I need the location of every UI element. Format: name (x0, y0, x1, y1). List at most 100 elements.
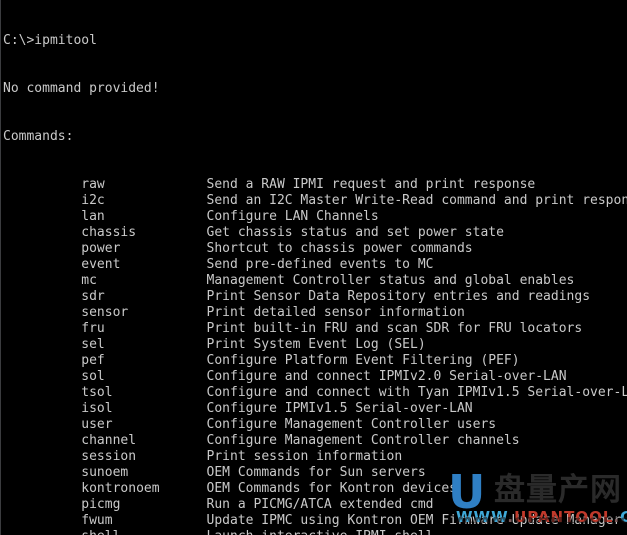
column-gap (128, 305, 206, 320)
row-indent (3, 241, 81, 256)
command-description: Launch interactive IPMI shell (207, 529, 434, 535)
console-window: C:\>ipmitool No command provided! Comman… (0, 0, 627, 535)
command-row: sensor Print detailed sensor information (3, 305, 627, 321)
row-indent (3, 449, 81, 464)
command-description: OEM Commands for Sun servers (206, 465, 426, 480)
column-gap (105, 337, 207, 352)
column-gap (128, 465, 206, 480)
command-name: lan (81, 209, 105, 224)
command-row: user Configure Management Controller use… (3, 417, 627, 433)
command-list: raw Send a RAW IPMI request and print re… (3, 177, 627, 535)
row-indent (3, 401, 81, 416)
column-gap (120, 497, 206, 512)
command-description: Configure LAN Channels (206, 209, 379, 224)
command-description: Configure IPMIv1.5 Serial-over-LAN (206, 401, 473, 416)
command-row: raw Send a RAW IPMI request and print re… (3, 177, 627, 193)
command-row: sol Configure and connect IPMIv2.0 Seria… (3, 369, 627, 385)
command-prompt-line: C:\>ipmitool (3, 33, 97, 48)
command-description: Configure Management Controller channels (206, 433, 520, 448)
command-name: raw (81, 177, 105, 192)
row-indent (3, 305, 81, 320)
command-name: fru (81, 321, 105, 336)
command-name: chassis (81, 225, 137, 240)
command-row: kontronoem OEM Commands for Kontron devi… (3, 481, 627, 497)
column-gap (113, 401, 207, 416)
command-description: Print built-in FRU and scan SDR for FRU … (206, 321, 583, 336)
column-gap (113, 417, 207, 432)
command-description: OEM Commands for Kontron devices (206, 481, 457, 496)
command-row: fwum Update IPMC using Kontron OEM Firmw… (3, 513, 627, 529)
command-name: channel (81, 433, 137, 448)
command-name: sunoem (81, 465, 129, 480)
command-name: power (81, 241, 121, 256)
row-indent (3, 209, 81, 224)
command-name: fwum (81, 513, 113, 528)
command-description: Send pre-defined events to MC (206, 257, 434, 272)
row-indent (3, 337, 81, 352)
command-description: Print session information (206, 449, 403, 464)
window-left-border (0, 0, 1, 535)
command-name: kontronoem (81, 481, 160, 496)
command-description: Configure and connect IPMIv2.0 Serial-ov… (206, 369, 567, 384)
column-gap (136, 433, 206, 448)
command-description: Configure and connect with Tyan IPMIv1.5… (206, 385, 627, 400)
command-row: sdr Print Sensor Data Repository entries… (3, 289, 627, 305)
command-description: Print detailed sensor information (206, 305, 465, 320)
row-indent (3, 481, 81, 496)
column-gap (136, 449, 206, 464)
command-description: Shortcut to chassis power commands (206, 241, 473, 256)
command-description: Send a RAW IPMI request and print respon… (206, 177, 536, 192)
command-row: shell Launch interactive IPMI shell (3, 529, 627, 535)
row-indent (3, 433, 81, 448)
command-row: lan Configure LAN Channels (3, 209, 627, 225)
command-row: tsol Configure and connect with Tyan IPM… (3, 385, 627, 401)
row-indent (3, 321, 81, 336)
row-indent (3, 529, 81, 535)
column-gap (113, 385, 207, 400)
row-indent (3, 465, 81, 480)
command-description: Get chassis status and set power state (206, 225, 504, 240)
command-description: Print Sensor Data Repository entries and… (206, 289, 591, 304)
terminal-output-area[interactable]: C:\>ipmitool No command provided! Comman… (3, 1, 627, 535)
column-gap (97, 273, 207, 288)
column-gap (160, 481, 207, 496)
column-gap (105, 177, 207, 192)
row-indent (3, 513, 81, 528)
command-name: sensor (81, 305, 129, 320)
command-name: shell (81, 529, 120, 535)
column-gap (105, 289, 207, 304)
command-row: pef Configure Platform Event Filtering (… (3, 353, 627, 369)
row-indent (3, 417, 81, 432)
command-row: chassis Get chassis status and set power… (3, 225, 627, 241)
column-gap (120, 529, 206, 535)
row-indent (3, 353, 81, 368)
command-description: Configure Platform Event Filtering (PEF) (206, 353, 520, 368)
column-gap (105, 353, 207, 368)
column-gap (105, 193, 207, 208)
command-name: mc (81, 273, 97, 288)
command-row: mc Management Controller status and glob… (3, 273, 627, 289)
command-description: Run a PICMG/ATCA extended cmd (206, 497, 434, 512)
row-indent (3, 273, 81, 288)
row-indent (3, 497, 81, 512)
row-indent (3, 289, 81, 304)
command-description: Update IPMC using Kontron OEM Firmware U… (206, 513, 622, 528)
command-name: sdr (81, 289, 105, 304)
row-indent (3, 177, 81, 192)
column-gap (120, 241, 206, 256)
column-gap (136, 225, 206, 240)
command-name: event (81, 257, 121, 272)
column-gap (120, 257, 206, 272)
command-name: isol (81, 401, 113, 416)
command-row: fru Print built-in FRU and scan SDR for … (3, 321, 627, 337)
column-gap (105, 321, 207, 336)
command-row: sunoem OEM Commands for Sun servers (3, 465, 627, 481)
command-row: channel Configure Management Controller … (3, 433, 627, 449)
column-gap (105, 369, 207, 384)
command-row: event Send pre-defined events to MC (3, 257, 627, 273)
command-description: Send an I2C Master Write-Read command an… (206, 193, 627, 208)
command-description: Configure Management Controller users (206, 417, 497, 432)
command-row: power Shortcut to chassis power commands (3, 241, 627, 257)
command-name: i2c (81, 193, 105, 208)
command-row: isol Configure IPMIv1.5 Serial-over-LAN (3, 401, 627, 417)
